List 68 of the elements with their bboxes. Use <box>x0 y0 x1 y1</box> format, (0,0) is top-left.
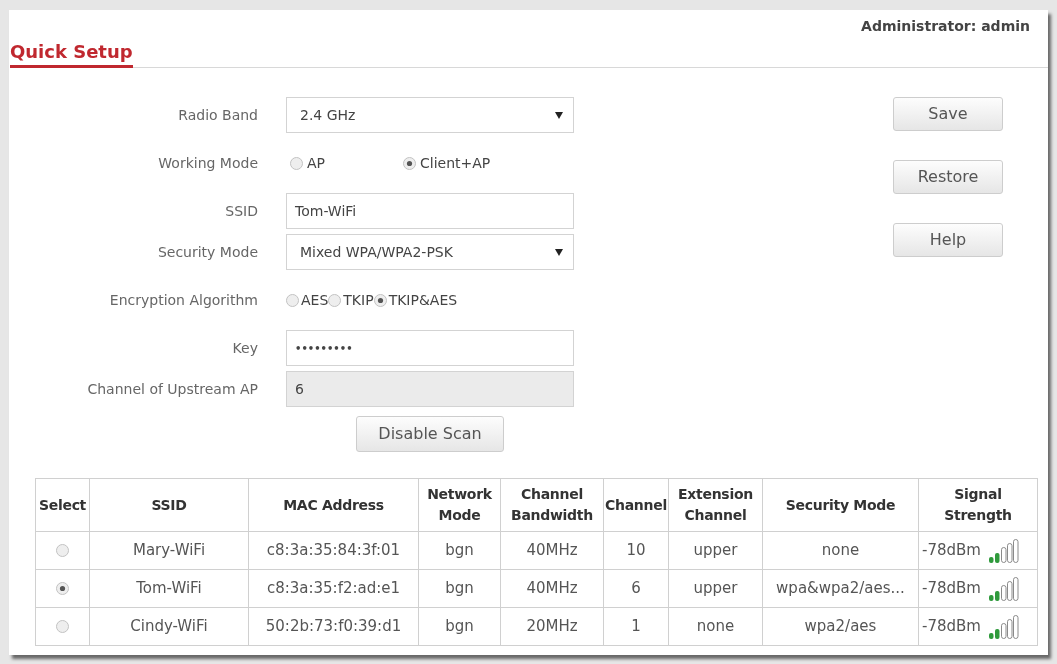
table-cell: 1 <box>603 607 669 646</box>
dropdown-field[interactable]: 2.4 GHz <box>286 97 574 133</box>
signal-reading: -78dBm <box>922 541 981 560</box>
table-cell: bgn <box>418 569 501 608</box>
table-cell: bgn <box>418 607 501 646</box>
admin-label: Administrator: admin <box>861 17 1030 36</box>
restore-button[interactable]: Restore <box>893 160 1003 194</box>
table-cell: upper <box>668 569 763 608</box>
table-cell: 40MHz <box>500 531 604 570</box>
caret-icon <box>555 111 563 119</box>
field-label: Working Mode <box>158 153 258 173</box>
text-field[interactable]: Tom-WiFi <box>286 193 574 229</box>
help-button[interactable]: Help <box>893 223 1003 257</box>
field-label: Security Mode <box>157 242 258 262</box>
radio-label: AP <box>307 153 326 173</box>
table-cell: 10 <box>603 531 669 570</box>
radio-button[interactable] <box>286 293 299 307</box>
radio-button[interactable] <box>56 582 69 595</box>
table-cell: wpa&wpa2/aes... <box>762 569 919 608</box>
field-label: SSID <box>225 201 258 221</box>
save-button[interactable]: Save <box>893 97 1003 131</box>
table-cell: c8:3a:35:f2:ad:e1 <box>248 569 419 608</box>
column-header: Security Mode <box>762 478 919 532</box>
table-cell: 50:2b:73:f0:39:d1 <box>248 607 419 646</box>
dropdown-field[interactable]: Mixed WPA/WPA2-PSK <box>286 234 574 270</box>
signal-strength-icon <box>988 576 1019 601</box>
column-header: SSID <box>89 478 249 532</box>
field-label: Channel of Upstream AP <box>87 379 258 399</box>
radio-button[interactable] <box>328 293 342 307</box>
column-header: Channel <box>603 478 669 532</box>
table-cell: none <box>762 531 919 570</box>
column-header: Extension Channel <box>668 478 763 532</box>
radio-label: Client+AP <box>420 153 491 173</box>
radio-button[interactable] <box>56 620 69 633</box>
column-header: Network Mode <box>418 478 501 532</box>
disable-scan-button[interactable]: Disable Scan <box>356 416 504 452</box>
caret-icon <box>555 248 563 256</box>
table-cell: wpa2/aes <box>762 607 919 646</box>
table-cell: 20MHz <box>500 607 604 646</box>
table-cell: c8:3a:35:84:3f:01 <box>248 531 419 570</box>
table-cell: Cindy-WiFi <box>89 607 249 646</box>
password-field[interactable]: ••••••••• <box>286 330 574 366</box>
signal-reading: -78dBm <box>922 617 981 636</box>
column-header: MAC Address <box>248 478 419 532</box>
signal-reading: -78dBm <box>922 579 981 598</box>
radio-label: AES <box>301 290 329 310</box>
field-label: Radio Band <box>178 105 258 125</box>
table-cell: bgn <box>418 531 501 570</box>
column-header: Channel Bandwidth <box>500 478 604 532</box>
page-title: Quick Setup <box>10 40 133 68</box>
radio-label: TKIP&AES <box>388 290 458 310</box>
radio-button[interactable] <box>403 156 417 170</box>
radio-button[interactable] <box>290 156 303 170</box>
signal-strength-icon <box>988 538 1019 563</box>
table-cell: upper <box>668 531 763 570</box>
table-cell: 40MHz <box>500 569 604 608</box>
table-cell: Mary-WiFi <box>89 531 249 570</box>
column-header: Select <box>35 478 90 532</box>
field-label: Key <box>232 338 258 358</box>
column-header: Signal Strength <box>918 478 1038 532</box>
radio-button[interactable] <box>56 544 69 557</box>
table-cell: 6 <box>603 569 669 608</box>
table-cell: none <box>668 607 763 646</box>
field-label: Encryption Algorithm <box>109 290 258 310</box>
table-cell: Tom-WiFi <box>89 569 249 608</box>
radio-label: TKIP <box>343 290 374 310</box>
signal-strength-icon <box>988 614 1019 639</box>
radio-button[interactable] <box>373 293 387 307</box>
